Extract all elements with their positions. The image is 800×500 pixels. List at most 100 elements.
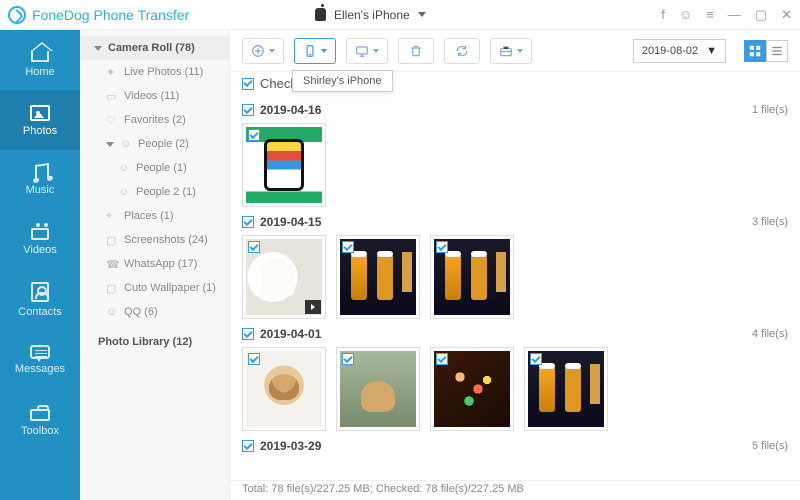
app-logo-icon	[8, 6, 26, 24]
menu-icon[interactable]: ≡	[706, 8, 714, 21]
tree-cuto[interactable]: ▢Cuto Wallpaper (1)	[80, 276, 229, 300]
tree-favorites[interactable]: ♡Favorites (2)	[80, 108, 229, 132]
refresh-button[interactable]	[444, 38, 480, 64]
app-title: FoneDog Phone Transfer	[32, 7, 189, 23]
apple-icon	[315, 8, 326, 21]
nav-music[interactable]: Music	[0, 150, 80, 210]
screenshot-icon: ▢	[106, 234, 118, 246]
photos-icon	[30, 105, 50, 121]
chevron-down-icon	[106, 142, 114, 147]
window-controls: f ☺ ≡ — ▢ ✕	[661, 8, 792, 21]
dedupe-button[interactable]	[490, 38, 532, 64]
tree-camera-roll[interactable]: Camera Roll (78)	[80, 36, 229, 60]
group-checkbox[interactable]	[242, 440, 254, 452]
photo-scroll[interactable]: 2019-04-161 file(s) 2019-04-153 file(s) …	[230, 95, 800, 480]
thumb-checkbox[interactable]	[248, 241, 260, 253]
export-pc-button[interactable]	[346, 38, 388, 64]
export-device-button[interactable]	[294, 38, 336, 64]
video-badge-icon	[305, 300, 321, 314]
thumb-checkbox[interactable]	[248, 129, 260, 141]
people-icon: ☺	[120, 138, 132, 150]
device-dropdown[interactable]: Ellen's iPhone	[303, 4, 438, 26]
photo-thumb[interactable]	[336, 235, 420, 319]
minimize-icon[interactable]: —	[728, 8, 741, 21]
toolbar: 2019-08-02▼ Shirley's iPhone	[230, 30, 800, 72]
date-filter[interactable]: 2019-08-02▼	[633, 39, 726, 63]
album-tree: Camera Roll (78) ✦Live Photos (11) ▭Vide…	[80, 30, 230, 500]
qq-icon: ☺	[106, 306, 118, 318]
thumb-checkbox[interactable]	[342, 353, 354, 365]
nav-home[interactable]: Home	[0, 30, 80, 90]
group-header[interactable]: 2019-03-295 file(s)	[242, 431, 788, 459]
group-header[interactable]: 2019-04-161 file(s)	[242, 95, 788, 123]
list-icon	[770, 44, 784, 58]
grid-view-button[interactable]	[744, 40, 766, 62]
folder-icon: ▢	[106, 282, 118, 294]
photo-thumb[interactable]	[242, 235, 326, 319]
thumb-checkbox[interactable]	[436, 353, 448, 365]
group-checkbox[interactable]	[242, 328, 254, 340]
nav-photos[interactable]: Photos	[0, 90, 80, 150]
sparkle-icon: ✦	[106, 66, 118, 78]
list-view-button[interactable]	[766, 40, 788, 62]
close-icon[interactable]: ✕	[781, 8, 792, 21]
contacts-icon	[31, 282, 49, 302]
whatsapp-icon: ☎	[106, 258, 118, 270]
nav-videos[interactable]: Videos	[0, 210, 80, 270]
tree-people-1[interactable]: ☺People (1)	[80, 156, 229, 180]
tree-whatsapp[interactable]: ☎WhatsApp (17)	[80, 252, 229, 276]
thumb-checkbox[interactable]	[342, 241, 354, 253]
heart-icon: ♡	[106, 114, 118, 126]
add-button[interactable]	[242, 38, 284, 64]
grid-icon	[748, 44, 762, 58]
sidebar-nav: Home Photos Music Videos Contacts Messag…	[0, 30, 80, 500]
thumb-checkbox[interactable]	[436, 241, 448, 253]
photo-thumb[interactable]	[242, 123, 326, 207]
tree-qq[interactable]: ☺QQ (6)	[80, 300, 229, 324]
tree-videos[interactable]: ▭Videos (11)	[80, 84, 229, 108]
plus-circle-icon	[251, 44, 265, 58]
tree-places[interactable]: ⌖Places (1)	[80, 204, 229, 228]
group-checkbox[interactable]	[242, 216, 254, 228]
photo-thumb[interactable]	[524, 347, 608, 431]
view-toggle	[744, 40, 788, 62]
trash-icon	[409, 44, 423, 58]
tree-live-photos[interactable]: ✦Live Photos (11)	[80, 60, 229, 84]
status-bar: Total: 78 file(s)/227.25 MB; Checked: 78…	[230, 480, 800, 500]
video-icon: ▭	[106, 90, 118, 102]
pc-export-icon	[355, 44, 369, 58]
tree-photo-library[interactable]: Photo Library (12)	[80, 330, 229, 354]
chevron-down-icon	[94, 46, 102, 51]
tree-screenshots[interactable]: ▢Screenshots (24)	[80, 228, 229, 252]
check-all-checkbox[interactable]	[242, 78, 254, 90]
thumb-checkbox[interactable]	[530, 353, 542, 365]
delete-button[interactable]	[398, 38, 434, 64]
pin-icon: ⌖	[106, 210, 118, 222]
home-icon	[31, 50, 49, 62]
messages-icon	[30, 345, 50, 359]
photo-thumb[interactable]	[430, 347, 514, 431]
group-checkbox[interactable]	[242, 104, 254, 116]
brand: FoneDog Phone Transfer	[8, 6, 233, 24]
nav-contacts[interactable]: Contacts	[0, 270, 80, 330]
thumb-checkbox[interactable]	[248, 353, 260, 365]
toolbox-icon	[30, 409, 50, 421]
nav-messages[interactable]: Messages	[0, 330, 80, 390]
tree-people-2[interactable]: ☺People 2 (1)	[80, 180, 229, 204]
tree-people[interactable]: ☺People (2)	[80, 132, 229, 156]
facebook-icon[interactable]: f	[661, 8, 665, 21]
group-header[interactable]: 2019-04-014 file(s)	[242, 319, 788, 347]
photo-thumb[interactable]	[430, 235, 514, 319]
photo-thumb[interactable]	[242, 347, 326, 431]
content-pane: 2019-08-02▼ Shirley's iPhone Check All(7…	[230, 30, 800, 500]
music-icon	[35, 163, 49, 181]
chevron-down-icon	[418, 12, 426, 17]
nav-toolbox[interactable]: Toolbox	[0, 390, 80, 450]
videos-icon	[31, 228, 49, 240]
photo-thumb[interactable]	[336, 347, 420, 431]
phone-export-icon	[303, 44, 317, 58]
feedback-icon[interactable]: ☺	[679, 8, 692, 21]
group-header[interactable]: 2019-04-153 file(s)	[242, 207, 788, 235]
toolbox-icon	[499, 44, 513, 58]
maximize-icon[interactable]: ▢	[755, 8, 767, 21]
